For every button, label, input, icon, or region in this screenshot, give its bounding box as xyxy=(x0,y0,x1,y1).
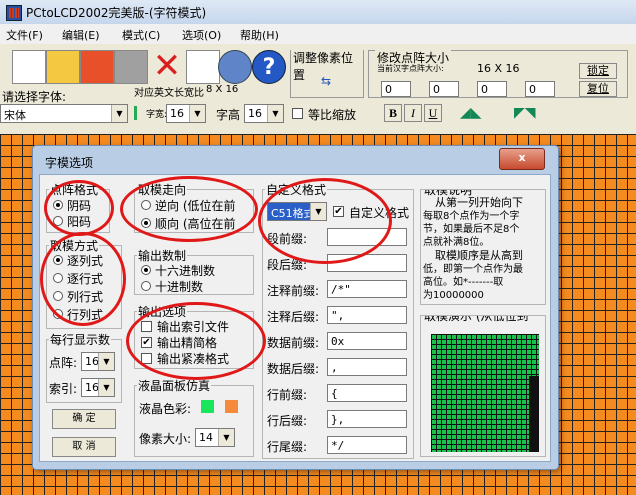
app-icon xyxy=(6,5,22,21)
dot-size-group: 修改点阵大小 当前汉字点阵大小: 16 X 16 锁定 0 0 0 0 复位 xyxy=(368,49,628,98)
spin-left[interactable]: 0 xyxy=(381,81,411,97)
field-label-comment-suffix: 注释后缀: xyxy=(267,310,320,324)
field-label-data-prefix: 数据前缀: xyxy=(267,336,320,350)
spin-right[interactable]: 0 xyxy=(477,81,507,97)
field-label-comment-prefix: 注释前缀: xyxy=(267,284,320,298)
data-prefix-input[interactable]: 0x xyxy=(327,332,407,350)
ascii-width-label: 对应英文长宽比 xyxy=(134,88,204,99)
line-end-input[interactable]: */ xyxy=(327,436,407,454)
pixel-adjust-group: 调整像素位置 ⇆ xyxy=(290,49,364,98)
comment-suffix-input[interactable]: ", xyxy=(327,306,407,324)
proportional-label: 等比缩放 xyxy=(308,108,357,122)
cancel-button[interactable]: 取 消 xyxy=(52,437,116,457)
current-size-label: 当前汉字点阵大小: xyxy=(377,64,444,73)
line-prefix-input[interactable]: { xyxy=(327,384,407,402)
radio-decimal[interactable] xyxy=(141,281,151,291)
arrow-pad-icon[interactable]: ⇆ xyxy=(311,69,341,93)
bold-button[interactable]: B xyxy=(384,104,402,122)
restore-button[interactable]: 复位 xyxy=(579,81,617,97)
spin-down[interactable]: 0 xyxy=(525,81,555,97)
option-decimal: 十进制数 xyxy=(155,280,204,294)
dot-count-label: 点阵: xyxy=(49,356,78,370)
demo-cursor xyxy=(529,376,539,452)
close-button[interactable]: x xyxy=(499,148,545,170)
comment-prefix-input[interactable]: /*" xyxy=(327,280,407,298)
explain-line-4: 点就补满8位。 xyxy=(423,237,490,248)
spin-up[interactable]: 0 xyxy=(429,81,459,97)
highlight-ellipse xyxy=(120,176,258,242)
highlight-ellipse xyxy=(44,180,114,236)
field-label-data-suffix: 数据后缀: xyxy=(267,362,320,376)
open-folder-icon[interactable] xyxy=(46,50,80,84)
current-size-value: 16 X 16 xyxy=(477,62,520,75)
option-hex: 十六进制数 xyxy=(155,264,216,278)
explain-line-8: 为10000000 xyxy=(423,290,484,301)
color-off-swatch[interactable] xyxy=(225,400,238,413)
window-title: PCtoLCD2002完美版-(字符模式) xyxy=(26,6,207,20)
color-on-swatch[interactable] xyxy=(201,400,214,413)
width-icon xyxy=(134,106,144,120)
underline-button[interactable]: U xyxy=(424,104,442,122)
pixel-size-label: 像素大小: xyxy=(139,432,192,446)
dialog-title: 字模选项 xyxy=(45,156,94,170)
menu-file[interactable]: 文件(F) xyxy=(6,27,43,43)
lock-button[interactable]: 锁定 xyxy=(579,63,617,79)
dot-count-select[interactable]: 16 ▼ xyxy=(81,352,115,371)
title-bar: PCtoLCD2002完美版-(字符模式) xyxy=(0,0,636,25)
radio-hex[interactable] xyxy=(141,265,151,275)
ok-button[interactable]: 确 定 xyxy=(52,409,116,429)
lcd-color-label: 液晶色彩: xyxy=(139,402,192,416)
toolbar: ✕ ? 调整像素位置 ⇆ 修改点阵大小 当前汉字点阵大小: 16 X 16 锁定… xyxy=(0,44,636,135)
index-count-label: 索引: xyxy=(49,382,78,396)
new-file-icon[interactable] xyxy=(12,50,46,84)
save-icon[interactable] xyxy=(80,50,114,84)
lcd-panel-group: 液晶面板仿真 液晶色彩: 像素大小: 14 ▼ xyxy=(134,377,254,457)
field-label-line-end: 行尾缀: xyxy=(267,440,308,454)
char-height-label: 字高 xyxy=(216,108,241,122)
help-icon[interactable]: ? xyxy=(252,50,286,84)
gear-icon[interactable] xyxy=(218,50,252,84)
select-font-label: 请选择字体: xyxy=(2,90,67,104)
field-label-line-suffix: 行后缀: xyxy=(267,414,308,428)
mirror-icon[interactable]: ◤◥ xyxy=(514,104,554,122)
demo-matrix xyxy=(431,334,539,452)
pixel-size-select[interactable]: 14 ▼ xyxy=(195,428,235,447)
char-width-label: 字宽: xyxy=(146,110,168,120)
menu-help[interactable]: 帮助(H) xyxy=(240,27,279,43)
highlight-ellipse xyxy=(126,302,266,380)
menu-bar: 文件(F) 编辑(E) 模式(C) 选项(O) 帮助(H) xyxy=(0,24,636,44)
demo-group: 取模演示 (从低位到 xyxy=(420,315,546,457)
explain-group: 取模说明 从第一列开始向下 每取8个点作为一个字 节，如果最后不足8个 点就补满… xyxy=(420,189,546,305)
data-suffix-input[interactable]: , xyxy=(327,358,407,376)
menu-options[interactable]: 选项(O) xyxy=(182,27,221,43)
char-width-select[interactable]: 16 ▼ xyxy=(166,104,206,123)
line-suffix-input[interactable]: }, xyxy=(327,410,407,428)
align-icon[interactable]: ◢◣ xyxy=(460,104,500,122)
demo-title: 取模演示 (从低位到 xyxy=(423,316,530,324)
delete-icon[interactable]: ✕ xyxy=(150,48,184,84)
document-icon[interactable] xyxy=(186,50,220,84)
per-row-group: 每行显示数 点阵: 16 ▼ 索引: 16 ▼ xyxy=(46,331,122,403)
highlight-ellipse xyxy=(258,178,392,264)
italic-button[interactable]: I xyxy=(404,104,422,122)
menu-edit[interactable]: 编辑(E) xyxy=(62,27,100,43)
index-count-select[interactable]: 16 ▼ xyxy=(81,378,115,397)
field-label-line-prefix: 行前缀: xyxy=(267,388,308,402)
char-height-select[interactable]: 16 ▼ xyxy=(244,104,284,123)
ascii-width-value: 8 X 16 xyxy=(206,84,239,95)
highlight-ellipse xyxy=(40,232,126,326)
radix-group: 输出数制 十六进制数 十进制数 xyxy=(134,247,254,295)
per-row-title: 每行显示数 xyxy=(49,331,112,348)
proportional-checkbox[interactable] xyxy=(292,108,303,119)
settings-icon[interactable] xyxy=(114,50,148,84)
menu-mode[interactable]: 模式(C) xyxy=(122,27,160,43)
font-select[interactable]: 宋体 ▼ xyxy=(0,104,128,123)
